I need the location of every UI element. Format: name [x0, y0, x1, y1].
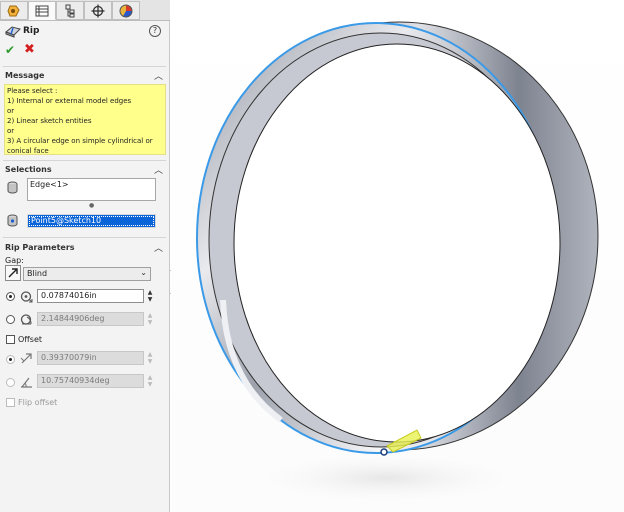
flip-offset-label: Flip offset [18, 398, 58, 407]
offset-angle-icon [21, 377, 32, 388]
section-divider [3, 66, 166, 67]
manager-tab-bar [0, 0, 170, 21]
collapse-chevron-icon[interactable]: ︿ [154, 69, 163, 82]
tab-property-manager[interactable] [28, 1, 56, 20]
message-line: 2) Linear sketch entities [7, 117, 92, 125]
end-condition-value: Blind [27, 269, 48, 278]
tab-dimxpert-manager[interactable] [84, 1, 112, 20]
end-condition-select[interactable]: Blind ⌄ [23, 267, 151, 281]
message-line: conical face [7, 147, 49, 155]
tab-bar-filler [141, 1, 170, 20]
offset-angle-spinner[interactable]: ▲ ▼ [146, 374, 154, 388]
floor-reflection [236, 450, 536, 506]
gap-distance-icon [20, 291, 33, 303]
feature-title: Rip [23, 26, 40, 36]
gap-distance-radio[interactable] [6, 292, 15, 301]
offset-angle-input[interactable]: 10.75740934deg [37, 374, 144, 388]
offset-distance-input[interactable]: 0.39370079in [37, 351, 144, 365]
feature-tree-icon [7, 5, 20, 16]
gap-angle-icon [20, 314, 32, 325]
help-icon[interactable]: ? [149, 25, 161, 37]
collapse-chevron-icon[interactable]: ︿ [154, 163, 163, 176]
flip-offset-checkbox[interactable] [6, 398, 15, 407]
gap-distance-spinner[interactable]: ▲ ▼ [146, 289, 154, 303]
property-manager-panel: Rip ? ✔ ✖ Message ︿ Please select : 1) I… [0, 0, 170, 512]
graphics-viewport[interactable] [171, 0, 624, 512]
message-line: Please select : [7, 87, 58, 95]
offset-distance-spinner[interactable]: ▲ ▼ [146, 351, 154, 365]
chevron-down-icon: ⌄ [140, 268, 147, 277]
list-resize-grip[interactable]: ● [89, 202, 94, 209]
gap-angle-radio[interactable] [6, 315, 15, 324]
edges-selection-list[interactable]: Edge<1> [27, 178, 156, 201]
cancel-x-icon[interactable]: ✖ [24, 42, 35, 57]
tab-feature-manager[interactable] [0, 1, 28, 20]
gap-angle-spinner[interactable]: ▲ ▼ [146, 312, 154, 326]
point-selection-field[interactable]: Point5@Sketch10 [27, 214, 156, 228]
offset-checkbox[interactable] [6, 335, 15, 344]
list-item[interactable]: Edge<1> [30, 180, 153, 189]
crosshair-icon [91, 4, 105, 17]
message-box: Please select : 1) Internal or external … [4, 84, 166, 155]
ring-opening [233, 43, 561, 443]
offset-angle-radio[interactable] [6, 378, 15, 387]
ring-model[interactable] [171, 0, 624, 512]
tab-display-manager[interactable] [112, 1, 140, 20]
gap-label: Gap: [5, 256, 24, 265]
offset-distance-icon [20, 353, 32, 364]
tab-configuration-manager[interactable] [56, 1, 84, 20]
collapse-chevron-icon[interactable]: ︿ [154, 241, 163, 254]
message-section-title[interactable]: Message [5, 71, 44, 80]
offset-label: Offset [18, 335, 43, 344]
ok-checkmark-icon[interactable]: ✔ [5, 43, 15, 57]
rip-feature-icon [5, 26, 21, 38]
direction-arrow-icon [8, 268, 18, 278]
message-line: 1) Internal or external model edges [7, 97, 132, 105]
message-line: or [7, 107, 15, 115]
section-divider [3, 160, 166, 161]
configuration-icon [65, 4, 75, 17]
property-list-icon [35, 5, 49, 16]
rip-parameters-section-title[interactable]: Rip Parameters [5, 243, 75, 252]
section-divider [3, 237, 166, 238]
offset-distance-radio[interactable] [6, 355, 15, 364]
message-line: or [7, 127, 15, 135]
gap-angle-input[interactable]: 2.14844906deg [37, 312, 144, 326]
reverse-direction-button[interactable] [5, 265, 21, 281]
selections-section-title[interactable]: Selections [5, 165, 52, 174]
edge-selection-icon [7, 181, 18, 194]
rip-point-marker[interactable] [380, 448, 388, 456]
point-selection-icon [7, 214, 18, 227]
gap-distance-input[interactable]: 0.07874016in [37, 289, 144, 303]
appearance-sphere-icon [119, 4, 133, 17]
message-line: 3) A circular edge on simple cylindrical… [7, 137, 153, 145]
